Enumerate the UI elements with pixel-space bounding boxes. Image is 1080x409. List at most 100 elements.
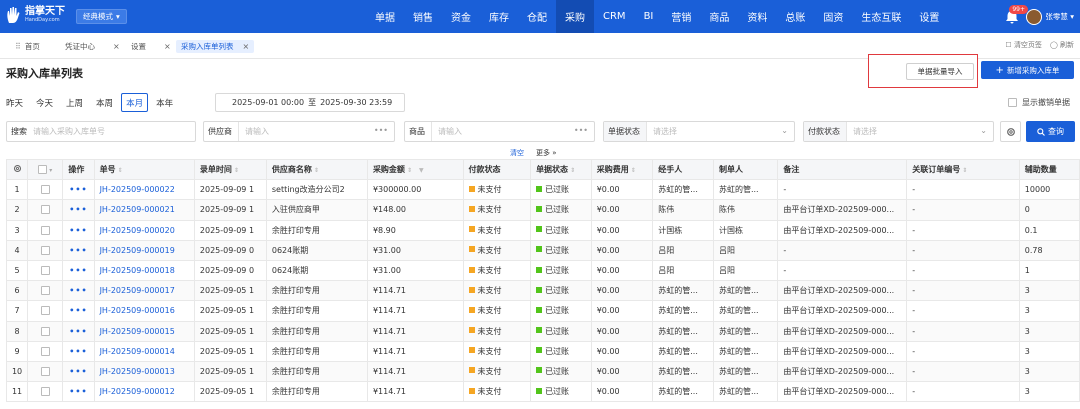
avatar[interactable] — [1026, 8, 1043, 25]
nav-item-0[interactable]: 单据 — [366, 0, 404, 33]
cell-id[interactable]: JH-202509-000016 — [93, 300, 195, 322]
more-actions-icon[interactable]: ••• — [69, 347, 87, 356]
more-actions-icon[interactable]: ••• — [69, 226, 87, 235]
nav-item-9[interactable]: 商品 — [700, 0, 738, 33]
clear-filters-link[interactable]: 清空 — [510, 148, 524, 158]
header-time[interactable]: 录单时间 ⇕ — [193, 158, 267, 181]
row-checkbox[interactable] — [40, 306, 50, 316]
tab-home[interactable]: ⠿ 首页 — [15, 40, 40, 53]
date-shortcut-3[interactable]: 本周 — [96, 93, 113, 112]
more-actions-icon[interactable]: ••• — [69, 286, 87, 295]
table-row[interactable]: 1 ••• JH-202509-000022 2025-09-09 1 setting改… — [5, 179, 1080, 201]
close-icon[interactable]: × — [243, 42, 250, 51]
select-all-checkbox[interactable] — [38, 165, 48, 175]
cell-id[interactable]: JH-202509-000022 — [93, 179, 195, 201]
table-row[interactable]: 2 ••• JH-202509-000021 2025-09-09 1 入驻供应商甲 ¥1… — [5, 199, 1080, 221]
nav-item-13[interactable]: 生态互联 — [852, 0, 910, 33]
cell-id[interactable]: JH-202509-000012 — [93, 381, 195, 403]
more-actions-icon[interactable]: ••• — [69, 306, 87, 315]
sort-icon[interactable]: ⇕ — [570, 167, 575, 174]
query-button[interactable]: 查询 — [1026, 121, 1075, 142]
nav-item-10[interactable]: 资料 — [738, 0, 776, 33]
row-checkbox[interactable] — [40, 286, 50, 296]
date-shortcut-2[interactable]: 上周 — [66, 93, 83, 112]
header-id[interactable]: 单号 ⇕ — [93, 158, 195, 181]
user-name[interactable]: 张零慧 ▾ — [1045, 11, 1074, 22]
pay-status-select[interactable]: 付款状态 请选择 ⌄ — [803, 121, 994, 142]
table-row[interactable]: 7 ••• JH-202509-000016 2025-09-05 1 余胜打印专用 ¥1… — [5, 300, 1080, 322]
header-supplier[interactable]: 供应商名称 ⇕ — [265, 158, 368, 181]
sort-icon[interactable]: ⇕ — [118, 167, 123, 174]
close-icon[interactable]: × — [113, 42, 120, 51]
more-filters-toggle[interactable]: 更多 » — [536, 148, 557, 158]
search-field[interactable]: 搜索 请输入采购入库单号 — [6, 121, 196, 142]
date-range-picker[interactable]: 2025-09-01 00:00 至 2025-09-30 23:59 — [215, 93, 405, 112]
nav-item-3[interactable]: 库存 — [480, 0, 518, 33]
clear-tabs-button[interactable]: ☐ 清空页签 — [1005, 40, 1042, 50]
filter-funnel-icon[interactable]: ▼ — [419, 167, 424, 174]
ellipsis-icon[interactable]: ••• — [374, 126, 388, 135]
tab-settings[interactable]: 设置 × — [131, 40, 171, 53]
product-input[interactable]: 请输入 — [438, 126, 462, 137]
mode-switch-button[interactable]: 经典模式 ▾ — [76, 9, 127, 24]
row-checkbox[interactable] — [40, 387, 50, 397]
row-checkbox[interactable] — [40, 245, 50, 255]
table-row[interactable]: 8 ••• JH-202509-000015 2025-09-05 1 余胜打印专用 ¥1… — [5, 320, 1080, 342]
more-actions-icon[interactable]: ••• — [69, 327, 87, 336]
row-checkbox[interactable] — [40, 205, 50, 215]
app-logo[interactable]: 指掌天下 HandDay.com — [6, 6, 65, 24]
sort-icon[interactable]: ⇕ — [962, 167, 967, 174]
table-row[interactable]: 11 ••• JH-202509-000012 2025-09-05 1 余胜打印专用 ¥… — [5, 381, 1080, 403]
nav-item-7[interactable]: BI — [635, 0, 663, 33]
select-all-header[interactable]: ▾ — [27, 158, 64, 181]
more-actions-icon[interactable]: ••• — [69, 367, 87, 376]
batch-import-button[interactable]: 单据批量导入 — [906, 63, 974, 80]
add-purchase-inbound-button[interactable]: + 新增采购入库单 — [981, 61, 1074, 79]
cell-id[interactable]: JH-202509-000018 — [93, 259, 195, 282]
refresh-button[interactable]: ◯ 刷新 — [1050, 40, 1074, 50]
tab-purchase-inbound-list[interactable]: 采购入库单列表 × — [176, 40, 255, 53]
row-checkbox[interactable] — [40, 225, 50, 235]
nav-item-4[interactable]: 仓配 — [518, 0, 556, 33]
more-actions-icon[interactable]: ••• — [69, 185, 87, 194]
nav-item-14[interactable]: 设置 — [910, 0, 948, 33]
sort-icon[interactable]: ⇕ — [234, 167, 239, 174]
nav-item-6[interactable]: CRM — [594, 0, 635, 33]
header-fee[interactable]: 采购费用 ⇕ — [590, 158, 654, 181]
column-settings-header[interactable] — [5, 158, 29, 181]
date-shortcut-4[interactable]: 本月 — [121, 93, 149, 112]
show-revoked-toggle[interactable]: 显示撤销单据 — [1008, 97, 1070, 108]
nav-item-11[interactable]: 总账 — [776, 0, 814, 33]
supplier-input[interactable]: 请输入 — [245, 126, 269, 137]
row-checkbox[interactable] — [40, 326, 50, 336]
nav-item-12[interactable]: 固资 — [814, 0, 852, 33]
ellipsis-icon[interactable]: ••• — [574, 126, 588, 135]
cell-id[interactable]: JH-202509-000017 — [93, 280, 195, 302]
doc-status-select[interactable]: 单据状态 请选择 ⌄ — [603, 121, 795, 142]
sort-icon[interactable]: ⇕ — [631, 167, 636, 174]
header-related-order[interactable]: 关联订单编号 ⇕ — [906, 158, 1020, 181]
cell-id[interactable]: JH-202509-000013 — [93, 360, 195, 383]
supplier-field[interactable]: 供应商 请输入 ••• — [203, 121, 395, 142]
nav-item-1[interactable]: 销售 — [404, 0, 442, 33]
row-checkbox[interactable] — [40, 266, 50, 276]
date-shortcut-5[interactable]: 本年 — [156, 93, 173, 112]
sort-icon[interactable]: ⇕ — [407, 167, 412, 174]
table-row[interactable]: 10 ••• JH-202509-000013 2025-09-05 1 余胜打印专用 ¥… — [5, 360, 1080, 383]
more-actions-icon[interactable]: ••• — [69, 246, 87, 255]
nav-item-5[interactable]: 采购 — [556, 0, 594, 33]
cell-id[interactable]: JH-202509-000015 — [93, 320, 195, 342]
more-actions-icon[interactable]: ••• — [69, 387, 87, 396]
nav-item-2[interactable]: 资金 — [442, 0, 480, 33]
search-input[interactable]: 请输入采购入库单号 — [33, 126, 105, 137]
more-actions-icon[interactable]: ••• — [69, 205, 87, 214]
table-row[interactable]: 9 ••• JH-202509-000014 2025-09-05 1 余胜打印专用 ¥1… — [5, 340, 1080, 362]
filter-settings-button[interactable] — [1000, 121, 1021, 142]
row-checkbox[interactable] — [40, 366, 50, 376]
sort-icon[interactable]: ⇕ — [314, 167, 319, 174]
row-checkbox[interactable] — [40, 346, 50, 356]
header-amount[interactable]: 采购金额 ⇕ ▼ — [366, 158, 464, 181]
date-shortcut-1[interactable]: 今天 — [36, 93, 53, 112]
date-shortcut-0[interactable]: 昨天 — [6, 93, 23, 112]
cell-id[interactable]: JH-202509-000014 — [93, 340, 195, 362]
